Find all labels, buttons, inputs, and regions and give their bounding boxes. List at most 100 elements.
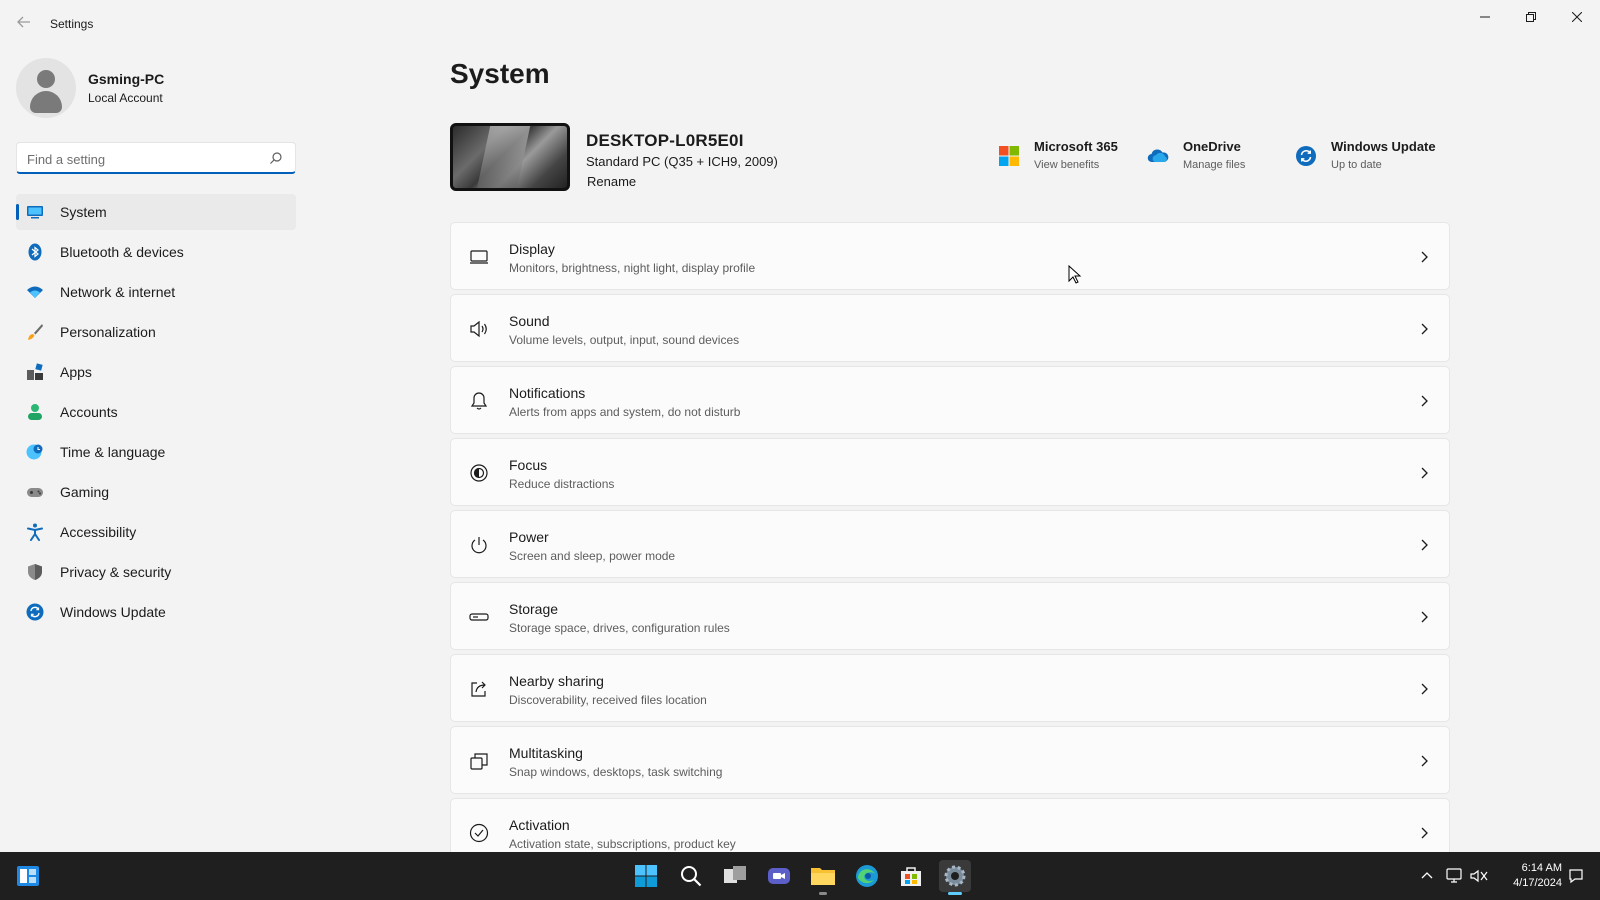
settings-card-focus[interactable]: Focus Reduce distractions <box>450 438 1450 506</box>
sidebar-item-accounts[interactable]: Accounts <box>16 394 296 430</box>
search-icon[interactable] <box>269 151 283 165</box>
accessibility-icon <box>27 523 43 541</box>
microsoft-365-icon <box>999 146 1019 166</box>
task-view-icon <box>724 866 746 883</box>
chevron-right-icon <box>1421 539 1428 551</box>
back-arrow-icon[interactable] <box>14 14 34 34</box>
tray-volume-button[interactable] <box>1469 864 1489 888</box>
display-icon <box>470 250 488 264</box>
notification-icon <box>1569 869 1583 884</box>
card-subtitle: Storage space, drives, configuration rul… <box>509 621 730 635</box>
card-title: Activation <box>509 817 570 833</box>
quick-link-title: OneDrive <box>1183 139 1241 154</box>
card-subtitle: Discoverability, received files location <box>509 693 707 707</box>
quick-link-onedrive[interactable]: OneDrive Manage files <box>1147 137 1277 177</box>
taskbar-search-button[interactable] <box>675 860 707 892</box>
globe-clock-icon <box>26 444 43 460</box>
avatar-body <box>30 91 62 113</box>
avatar[interactable] <box>16 58 76 118</box>
sidebar-item-label: Accounts <box>60 404 118 420</box>
card-subtitle: Activation state, subscriptions, product… <box>509 837 736 851</box>
sidebar-item-label: Accessibility <box>60 524 137 540</box>
chevron-right-icon <box>1421 251 1428 263</box>
app-title: Settings <box>50 17 94 31</box>
task-view-button[interactable] <box>719 860 751 892</box>
chevron-right-icon <box>1421 467 1428 479</box>
shield-icon <box>28 564 42 580</box>
settings-card-power[interactable]: Power Screen and sleep, power mode <box>450 510 1450 578</box>
sidebar-item-windows-update[interactable]: Windows Update <box>16 594 296 630</box>
settings-taskbar-button[interactable] <box>939 860 971 895</box>
sidebar-item-gaming[interactable]: Gaming <box>16 474 296 510</box>
rename-link[interactable]: Rename <box>587 174 636 189</box>
apps-icon <box>27 363 43 380</box>
minimize-button[interactable] <box>1462 6 1508 28</box>
sidebar-item-time-language[interactable]: Time & language <box>16 434 296 470</box>
widgets-icon <box>17 866 39 886</box>
chevron-right-icon <box>1421 755 1428 767</box>
chevron-right-icon <box>1421 611 1428 623</box>
sidebar-item-label: Time & language <box>60 444 166 460</box>
sidebar-item-apps[interactable]: Apps <box>16 354 296 390</box>
sidebar-item-bluetooth[interactable]: Bluetooth & devices <box>16 234 296 270</box>
settings-card-notifications[interactable]: Notifications Alerts from apps and syste… <box>450 366 1450 434</box>
card-subtitle: Reduce distractions <box>509 477 615 491</box>
windows-update-icon <box>1296 146 1316 166</box>
edge-button[interactable] <box>851 860 883 892</box>
search-icon <box>681 866 702 887</box>
minimize-icon <box>1480 16 1490 18</box>
quick-link-windows-update[interactable]: Windows Update Up to date <box>1295 137 1455 177</box>
store-button[interactable] <box>895 860 927 892</box>
search-input[interactable] <box>27 149 257 169</box>
sidebar-item-system[interactable]: System <box>16 194 296 230</box>
activation-check-icon <box>469 823 489 843</box>
card-title: Storage <box>509 601 559 617</box>
settings-card-nearby-sharing[interactable]: Nearby sharing Discoverability, received… <box>450 654 1450 722</box>
start-button[interactable] <box>630 860 662 892</box>
volume-icon <box>1470 869 1488 883</box>
settings-card-display[interactable]: Display Monitors, brightness, night ligh… <box>450 222 1450 290</box>
restore-icon <box>1526 12 1536 22</box>
sidebar-item-network[interactable]: Network & internet <box>16 274 296 310</box>
widgets-button[interactable] <box>12 860 44 892</box>
system-icon <box>27 206 43 219</box>
network-icon <box>1446 868 1462 883</box>
file-explorer-button[interactable] <box>807 860 839 895</box>
profile-account-type: Local Account <box>88 91 163 105</box>
notification-center-button[interactable] <box>1566 864 1586 888</box>
chat-button[interactable] <box>763 860 795 892</box>
tray-network-button[interactable] <box>1445 864 1465 888</box>
settings-card-activation[interactable]: Activation Activation state, subscriptio… <box>450 798 1450 852</box>
tray-overflow-button[interactable] <box>1417 864 1437 888</box>
taskbar-clock[interactable]: 6:14 AM 4/17/2024 <box>1494 861 1562 891</box>
profile-name: Gsming-PC <box>88 71 165 87</box>
bluetooth-icon <box>28 243 42 261</box>
close-button[interactable] <box>1554 6 1600 28</box>
settings-card-sound[interactable]: Sound Volume levels, output, input, soun… <box>450 294 1450 362</box>
restore-button[interactable] <box>1508 6 1554 28</box>
search-box[interactable] <box>16 142 296 174</box>
mouse-cursor-icon <box>1068 265 1082 284</box>
settings-card-multitasking[interactable]: Multitasking Snap windows, desktops, tas… <box>450 726 1450 794</box>
title-bar: Settings <box>0 0 1600 48</box>
quick-link-title: Windows Update <box>1331 139 1436 154</box>
clock-time: 6:14 AM <box>1521 862 1562 874</box>
file-explorer-icon <box>811 868 835 885</box>
card-subtitle: Alerts from apps and system, do not dist… <box>509 405 741 419</box>
card-title: Power <box>509 529 549 545</box>
bell-icon <box>470 392 488 410</box>
sidebar-item-accessibility[interactable]: Accessibility <box>16 514 296 550</box>
settings-card-storage[interactable]: Storage Storage space, drives, configura… <box>450 582 1450 650</box>
clock-date: 4/17/2024 <box>1513 877 1562 889</box>
sidebar-item-personalization[interactable]: Personalization <box>16 314 296 350</box>
sidebar-nav: System Bluetooth & devices Network & int… <box>16 194 296 634</box>
brush-icon <box>28 324 43 340</box>
chevron-right-icon <box>1421 683 1428 695</box>
sidebar-item-privacy-security[interactable]: Privacy & security <box>16 554 296 590</box>
device-wallpaper-thumbnail <box>450 123 570 191</box>
settings-list: Display Monitors, brightness, night ligh… <box>450 222 1450 852</box>
sidebar-item-label: System <box>60 204 107 220</box>
quick-link-microsoft-365[interactable]: Microsoft 365 View benefits <box>998 137 1138 177</box>
multitasking-icon <box>470 753 488 770</box>
device-model: Standard PC (Q35 + ICH9, 2009) <box>586 154 778 169</box>
